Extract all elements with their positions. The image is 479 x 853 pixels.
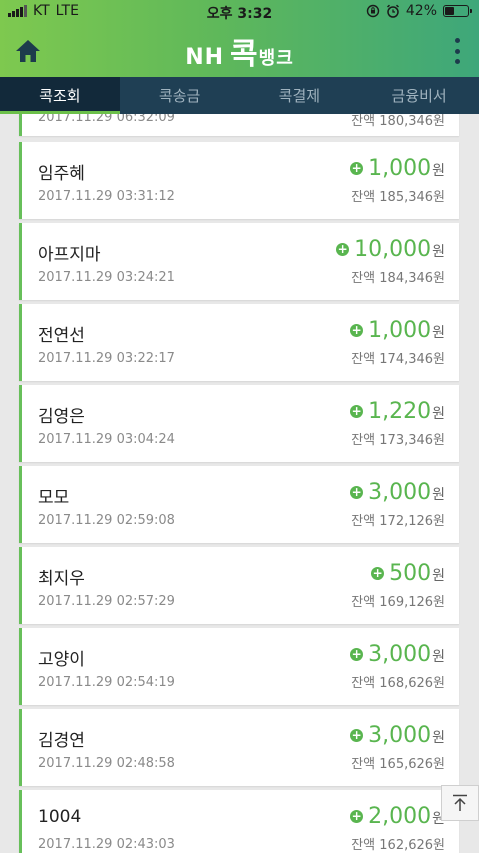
- scroll-top-button[interactable]: [441, 785, 479, 821]
- transaction-name: 김경연: [38, 731, 85, 751]
- transaction-amount: +10,000 원: [336, 237, 445, 262]
- rotation-lock-icon: [366, 4, 380, 18]
- amount-value: 1,000: [368, 156, 432, 181]
- transaction-balance: 잔액 168,626원: [351, 676, 445, 691]
- transaction-date: 2017.11.29 02:43:03: [38, 837, 175, 852]
- transaction-name: 모모: [38, 488, 70, 508]
- amount-value: 10,000: [354, 237, 432, 262]
- plus-icon: +: [371, 566, 385, 580]
- amount-unit: 원: [432, 163, 445, 179]
- alarm-icon: [386, 4, 399, 18]
- transaction-date: 2017.11.29 06:32:09: [38, 114, 175, 125]
- app-header: NH 콕뱅크: [0, 24, 479, 77]
- status-bar: KT LTE 오후 3:32 42%: [0, 0, 479, 24]
- amount-value: 3,000: [368, 723, 432, 748]
- amount-value: 3,000: [368, 480, 432, 505]
- transaction-balance: 잔액 165,626원: [351, 757, 445, 772]
- transaction-date: 2017.11.29 03:22:17: [38, 351, 175, 366]
- tab-kok-transfer[interactable]: 콕송금: [120, 77, 240, 114]
- list-item[interactable]: 고양이 2017.11.29 02:54:19 +3,000 원 잔액 168,6…: [19, 628, 459, 705]
- transaction-name: 1004: [38, 807, 82, 827]
- transaction-balance: 잔액 173,346원: [351, 433, 445, 448]
- logo-nh: NH: [185, 44, 225, 70]
- logo-kok: 콕: [230, 36, 259, 72]
- transaction-amount: +3,000 원: [350, 723, 445, 748]
- transaction-date: 2017.11.29 02:57:29: [38, 594, 175, 609]
- plus-icon: +: [350, 323, 364, 337]
- list-item[interactable]: 아프지마 2017.11.29 03:24:21 +10,000 원 잔액 184…: [19, 223, 459, 300]
- transaction-name: 최지우: [38, 569, 85, 589]
- amount-value: 1,220: [368, 399, 432, 424]
- transaction-date: 2017.11.29 03:31:12: [38, 189, 175, 204]
- battery-icon: [443, 5, 472, 17]
- transaction-list[interactable]: 2017.11.29 06:32:09 잔액 180,346원 임주혜 2017…: [0, 114, 479, 853]
- list-item[interactable]: 1004 2017.11.29 02:43:03 +2,000 원 잔액 162,…: [19, 790, 459, 853]
- list-item[interactable]: 모모 2017.11.29 02:59:08 +3,000 원 잔액 172,12…: [19, 466, 459, 543]
- kebab-menu-icon[interactable]: [453, 38, 461, 64]
- amount-value: 2,000: [368, 804, 432, 829]
- list-item[interactable]: 최지우 2017.11.29 02:57:29 +500 원 잔액 169,126…: [19, 547, 459, 624]
- amount-unit: 원: [432, 487, 445, 503]
- transaction-balance: 잔액 184,346원: [351, 271, 445, 286]
- plus-icon: +: [336, 242, 350, 256]
- transaction-name: 김영은: [38, 407, 85, 427]
- transaction-balance: 잔액 185,346원: [351, 190, 445, 205]
- transaction-date: 2017.11.29 03:24:21: [38, 270, 175, 285]
- transaction-amount: +3,000 원: [350, 642, 445, 667]
- list-item[interactable]: 김영은 2017.11.29 03:04:24 +1,220 원 잔액 173,3…: [19, 385, 459, 462]
- transaction-date: 2017.11.29 02:54:19: [38, 675, 175, 690]
- status-right: 42%: [366, 3, 472, 19]
- transaction-date: 2017.11.29 02:48:58: [38, 756, 175, 771]
- amount-value: 1,000: [368, 318, 432, 343]
- amount-value: 500: [389, 561, 432, 586]
- transaction-amount: +3,000 원: [350, 480, 445, 505]
- amount-unit: 원: [432, 649, 445, 665]
- transaction-date: 2017.11.29 02:59:08: [38, 513, 175, 528]
- amount-unit: 원: [432, 568, 445, 584]
- transaction-balance: 잔액 172,126원: [351, 514, 445, 529]
- app-logo: NH 콕뱅크: [185, 29, 294, 73]
- transaction-name: 임주혜: [38, 164, 85, 184]
- list-item[interactable]: 전연선 2017.11.29 03:22:17 +1,000 원 잔액 174,3…: [19, 304, 459, 381]
- plus-icon: +: [350, 647, 364, 661]
- plus-icon: +: [350, 161, 364, 175]
- transaction-balance: 잔액 174,346원: [351, 352, 445, 367]
- tab-bar: 콕조회 콕송금 콕결제 금융비서: [0, 77, 479, 114]
- logo-bank: 뱅크: [258, 47, 294, 69]
- tab-financial-assistant[interactable]: 금융비서: [359, 77, 479, 114]
- plus-icon: +: [350, 809, 364, 823]
- transaction-amount: +1,000 원: [350, 318, 445, 343]
- list-item[interactable]: 임주혜 2017.11.29 03:31:12 +1,000 원 잔액 185,3…: [19, 142, 459, 219]
- transaction-name: 고양이: [38, 650, 85, 670]
- transaction-name: 전연선: [38, 326, 85, 346]
- plus-icon: +: [350, 485, 364, 499]
- plus-icon: +: [350, 404, 364, 418]
- transaction-balance: 잔액 169,126원: [351, 595, 445, 610]
- transaction-name: 아프지마: [38, 245, 101, 265]
- amount-value: 3,000: [368, 642, 432, 667]
- list-item[interactable]: 김경연 2017.11.29 02:48:58 +3,000 원 잔액 165,6…: [19, 709, 459, 786]
- transaction-balance: 잔액 162,626원: [351, 838, 445, 853]
- amount-unit: 원: [432, 325, 445, 341]
- arrow-up-icon: [453, 794, 467, 811]
- plus-icon: +: [350, 728, 364, 742]
- home-icon[interactable]: [14, 37, 42, 65]
- amount-unit: 원: [432, 244, 445, 260]
- amount-unit: 원: [432, 730, 445, 746]
- tab-kok-payment[interactable]: 콕결제: [240, 77, 360, 114]
- amount-unit: 원: [432, 406, 445, 422]
- transaction-amount: +500 원: [371, 561, 445, 586]
- tab-kok-inquiry[interactable]: 콕조회: [0, 77, 120, 114]
- list-item[interactable]: 2017.11.29 06:32:09 잔액 180,346원: [19, 114, 459, 136]
- transaction-amount: +1,220 원: [350, 399, 445, 424]
- transaction-date: 2017.11.29 03:04:24: [38, 432, 175, 447]
- battery-fill: [445, 7, 455, 15]
- transaction-amount: +2,000 원: [350, 804, 445, 829]
- transaction-balance: 잔액 180,346원: [351, 114, 445, 129]
- transaction-amount: +1,000 원: [350, 156, 445, 181]
- battery-percent: 42%: [405, 3, 437, 19]
